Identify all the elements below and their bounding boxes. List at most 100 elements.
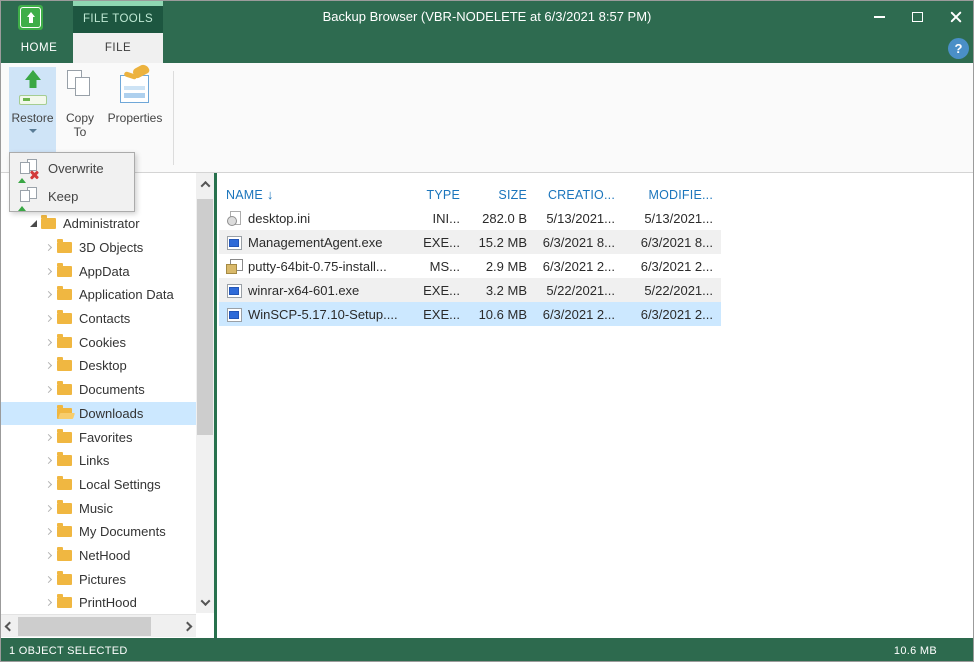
file-type: EXE... [416,307,460,322]
column-header-created[interactable]: CREATIO... [527,188,615,202]
expand-icon[interactable] [41,316,57,321]
properties-icon [116,67,154,111]
tree-item-desktop[interactable]: Desktop [1,354,196,378]
scroll-down-button[interactable] [196,591,214,613]
file-size: 10.6 MB [460,307,527,322]
tree-item-nethood[interactable]: NetHood [1,544,196,568]
title-bar: FILE TOOLS Backup Browser (VBR-NODELETE … [1,1,973,63]
tab-home[interactable]: HOME [9,33,69,63]
column-header-name[interactable]: NAME ↓ [219,187,416,202]
file-name: winrar-x64-601.exe [248,283,359,298]
tree-item-printhood[interactable]: PrintHood [1,591,196,614]
tree-item-application-data[interactable]: Application Data [1,283,196,307]
folder-icon [57,313,72,324]
file-row[interactable]: putty-64bit-0.75-install... MS... 2.9 MB… [219,254,721,278]
exe-file-icon [226,283,242,298]
expand-icon[interactable] [41,363,57,368]
horizontal-scrollbar-thumb[interactable] [18,617,151,636]
folder-icon [57,337,72,348]
expand-icon[interactable] [41,529,57,534]
selection-status: 1 OBJECT SELECTED [9,645,128,657]
file-row[interactable]: winrar-x64-601.exe EXE... 3.2 MB 5/22/20… [219,278,721,302]
folder-icon [57,455,72,466]
tree-item-links[interactable]: Links [1,449,196,473]
expand-icon[interactable] [41,435,57,440]
column-header-modified[interactable]: MODIFIE... [615,188,713,202]
expand-icon[interactable] [41,482,57,487]
folder-icon [57,360,72,371]
sort-descending-icon: ↓ [267,187,274,202]
file-created: 6/3/2021 2... [527,259,615,274]
content-area: Administrator 3D Objects AppData Applica… [1,173,973,638]
menu-item-keep[interactable]: Keep [10,182,134,210]
file-row[interactable]: WinSCP-5.17.10-Setup.... EXE... 10.6 MB … [219,302,721,326]
folder-icon [57,384,72,395]
file-size: 2.9 MB [460,259,527,274]
copy-to-button-label: Copy To [59,111,101,139]
tree-item-administrator[interactable]: Administrator [1,212,196,236]
tree-item-label: Desktop [79,358,127,373]
expand-icon[interactable] [41,458,57,463]
tree-horizontal-scrollbar[interactable] [1,614,196,637]
chevron-right-icon [183,622,193,632]
msi-file-icon [226,259,242,274]
folder-icon [57,479,72,490]
expand-icon[interactable] [41,577,57,582]
tree-item-label: Administrator [63,216,140,231]
tree-item-documents[interactable]: Documents [1,378,196,402]
tree-item-label: My Documents [79,524,166,539]
file-name: desktop.ini [248,211,310,226]
scroll-up-button[interactable] [196,173,214,195]
file-created: 5/22/2021... [527,283,615,298]
tree-item-my-documents[interactable]: My Documents [1,520,196,544]
tab-file[interactable]: FILE [73,33,163,63]
column-header-size[interactable]: SIZE [460,188,527,202]
tree-item-label: 3D Objects [79,240,143,255]
vertical-scrollbar-thumb[interactable] [197,199,213,435]
expand-icon[interactable] [41,600,57,605]
file-row[interactable]: desktop.ini INI... 282.0 B 5/13/2021... … [219,206,721,230]
tree-item-cookies[interactable]: Cookies [1,330,196,354]
copy-to-icon [65,67,95,111]
chevron-down-icon [29,129,37,133]
close-icon [950,11,962,23]
expand-icon[interactable] [41,506,57,511]
tree-item-favorites[interactable]: Favorites [1,425,196,449]
file-list-rows: desktop.ini INI... 282.0 B 5/13/2021... … [219,206,973,326]
tree-item-downloads[interactable]: Downloads [1,402,196,426]
expand-icon[interactable] [41,387,57,392]
tree-vertical-scrollbar[interactable] [196,173,214,613]
column-header-type[interactable]: TYPE [416,188,460,202]
expand-icon[interactable] [41,292,57,297]
tree-item-label: Contacts [79,311,130,326]
tree-item-appdata[interactable]: AppData [1,259,196,283]
tree-item-3d-objects[interactable]: 3D Objects [1,236,196,260]
app-restore-icon[interactable] [18,5,43,30]
help-button[interactable]: ? [948,38,969,59]
expand-icon[interactable] [41,553,57,558]
collapse-icon[interactable] [25,220,41,227]
scroll-right-button[interactable] [179,615,196,638]
folder-icon [57,408,72,419]
file-created: 6/3/2021 8... [527,235,615,250]
tree-item-label: Documents [79,382,145,397]
status-bar: 1 OBJECT SELECTED 10.6 MB [1,638,973,662]
expand-icon[interactable] [41,340,57,345]
file-modified: 6/3/2021 2... [615,307,713,322]
expand-icon[interactable] [41,245,57,250]
expand-icon[interactable] [41,269,57,274]
tree-item-music[interactable]: Music [1,496,196,520]
properties-button[interactable]: Properties [103,67,167,153]
minimize-button[interactable] [868,6,891,28]
tree-item-local-settings[interactable]: Local Settings [1,473,196,497]
tree-item-contacts[interactable]: Contacts [1,307,196,331]
tree-item-pictures[interactable]: Pictures [1,567,196,591]
maximize-button[interactable] [906,6,929,28]
scroll-left-button[interactable] [1,615,18,638]
close-button[interactable] [944,6,967,28]
file-type: INI... [416,211,460,226]
copy-to-button[interactable]: Copy To [59,67,101,153]
file-row[interactable]: ManagementAgent.exe EXE... 15.2 MB 6/3/2… [219,230,721,254]
restore-button[interactable]: Restore [9,67,56,153]
menu-item-overwrite[interactable]: Overwrite [10,154,134,182]
